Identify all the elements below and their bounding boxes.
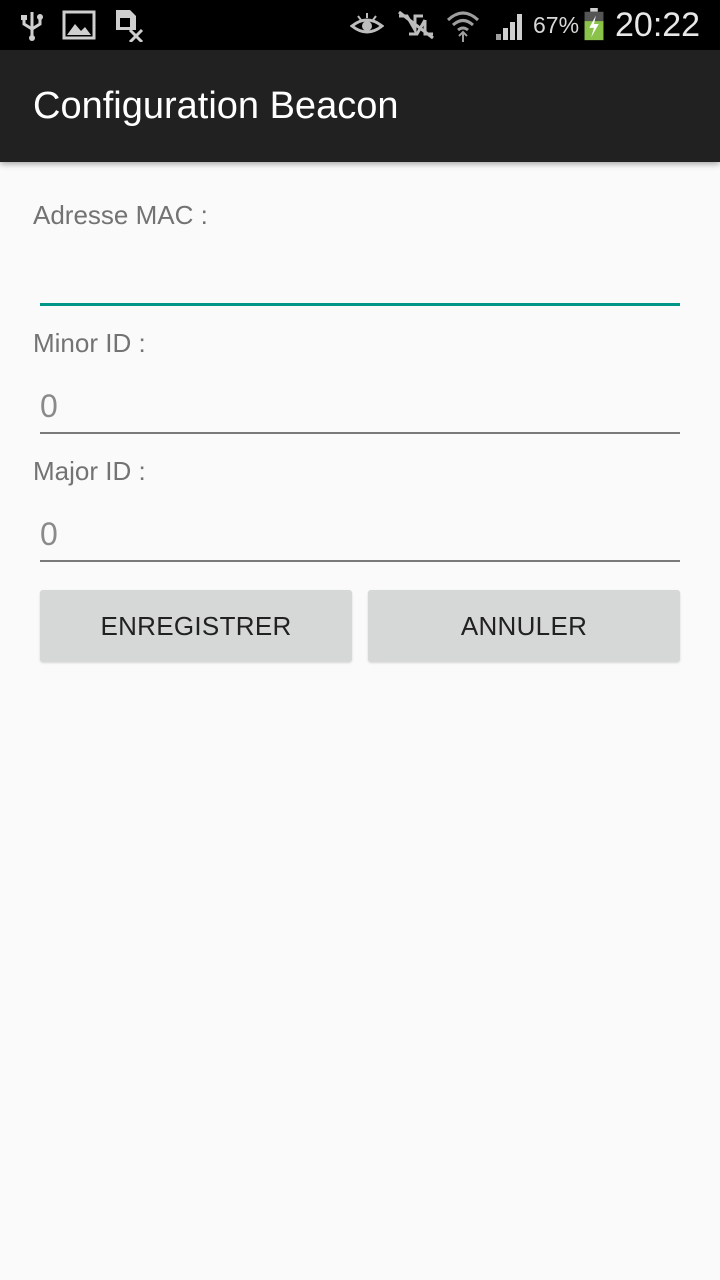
nfc-off-icon	[398, 10, 434, 40]
eye-icon	[350, 13, 384, 34]
mac-address-underline	[40, 303, 680, 306]
cancel-button[interactable]: ANNULER	[368, 590, 680, 662]
battery-icon	[584, 8, 604, 41]
image-icon	[62, 10, 96, 40]
major-id-underline	[40, 560, 680, 562]
battery-percent: 67%	[533, 12, 580, 38]
save-button[interactable]: ENREGISTRER	[40, 590, 352, 662]
minor-id-label: Minor ID :	[33, 328, 146, 358]
usb-icon	[21, 12, 43, 41]
mac-address-input[interactable]	[40, 252, 680, 302]
page-title: Configuration Beacon	[33, 85, 399, 127]
mac-address-label: Adresse MAC :	[33, 200, 208, 230]
minor-id-underline	[40, 432, 680, 434]
signal-icon	[496, 14, 522, 40]
wifi-icon	[446, 11, 480, 42]
major-id-label: Major ID :	[33, 456, 146, 486]
status-bar: 67% 20:22	[0, 0, 720, 50]
app-bar: Configuration Beacon	[0, 50, 720, 162]
minor-id-input[interactable]	[40, 381, 680, 431]
major-id-input[interactable]	[40, 509, 680, 559]
clock: 20:22	[615, 6, 701, 44]
no-sim-icon	[116, 10, 144, 42]
